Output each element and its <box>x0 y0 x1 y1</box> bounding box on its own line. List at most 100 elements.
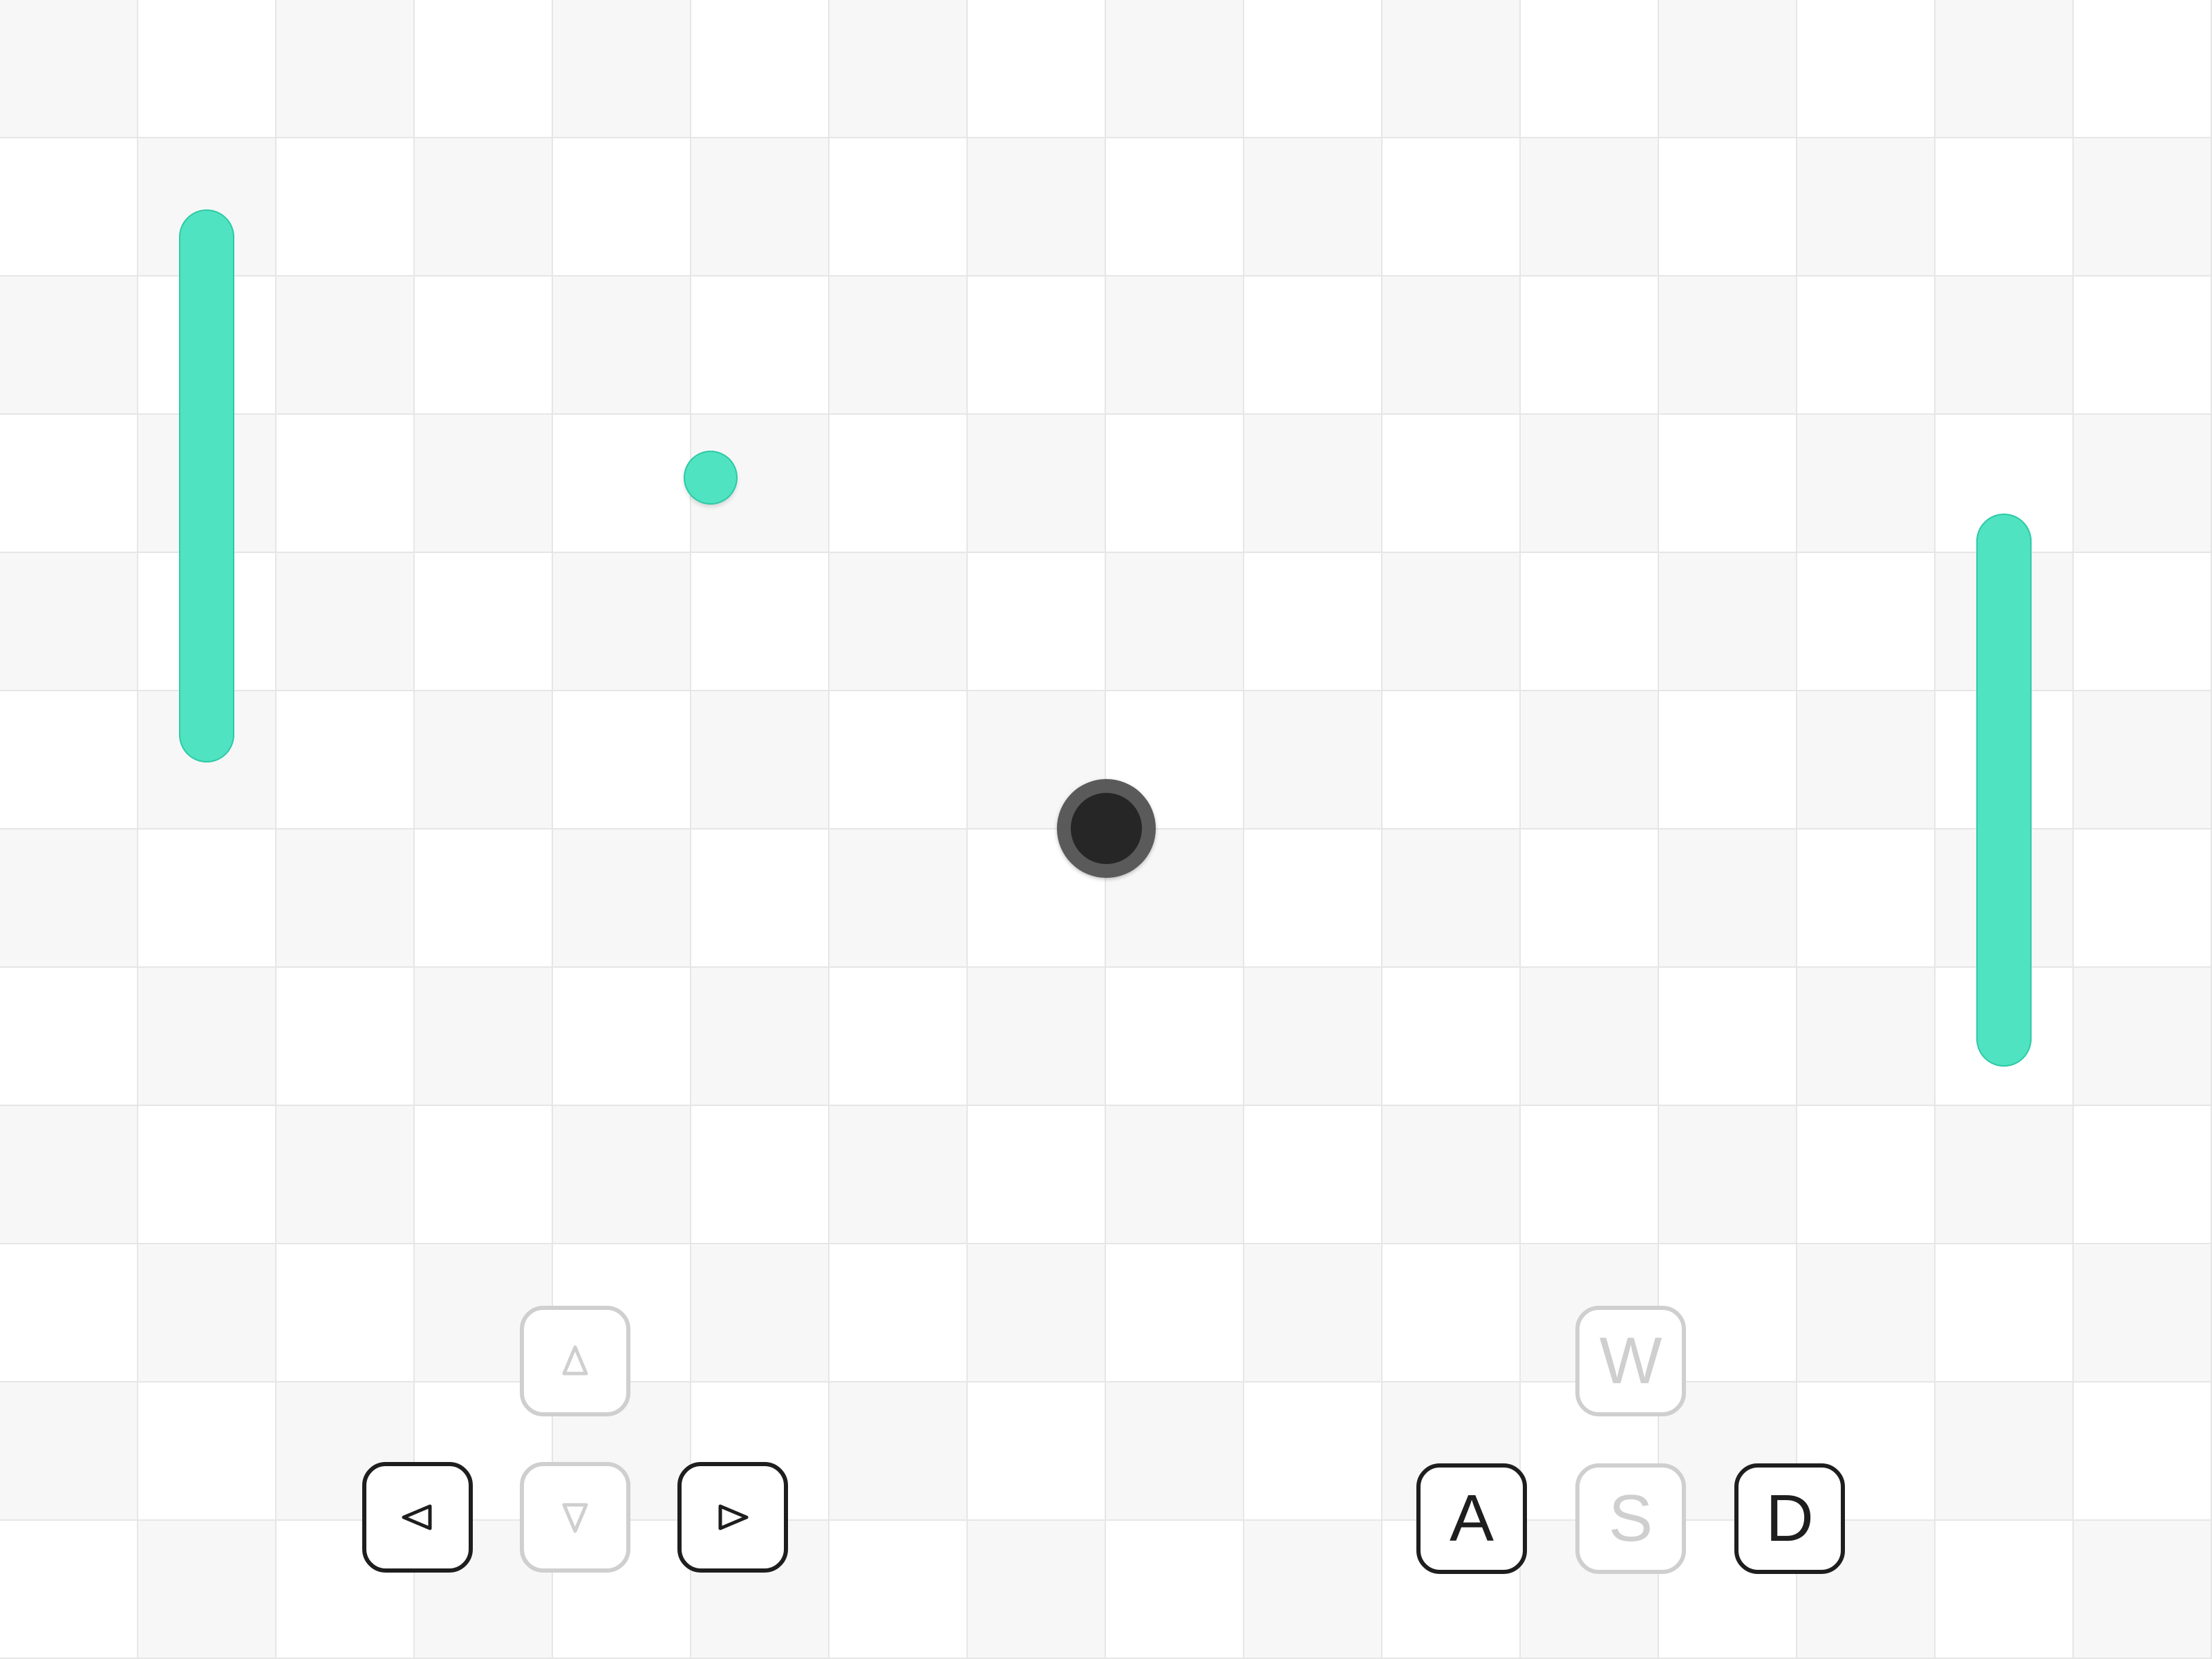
s-key[interactable]: S <box>1575 1463 1686 1574</box>
grid-cell <box>0 276 138 415</box>
grid-cell <box>830 415 968 553</box>
grid-cell <box>691 1244 830 1382</box>
grid-cell <box>968 968 1106 1106</box>
grid-cell <box>1244 138 1382 276</box>
grid-cell <box>138 1106 276 1244</box>
grid-cell <box>1106 1382 1244 1521</box>
grid-cell <box>1797 691 1936 830</box>
grid-cell <box>553 1106 691 1244</box>
grid-cell <box>1244 1106 1382 1244</box>
grid-cell <box>1244 968 1382 1106</box>
grid-cell <box>415 1106 553 1244</box>
grid-cell <box>968 276 1106 415</box>
grid-cell <box>276 830 415 968</box>
arrow-right-key[interactable] <box>677 1462 788 1573</box>
grid-cell <box>276 1244 415 1382</box>
grid-cell <box>1521 276 1659 415</box>
grid-cell <box>276 0 415 138</box>
grid-cell <box>1244 1521 1382 1659</box>
grid-cell <box>138 830 276 968</box>
grid-cell <box>1659 276 1797 415</box>
grid-cell <box>1244 1382 1382 1521</box>
grid-cell <box>1244 0 1382 138</box>
grid-cell <box>553 691 691 830</box>
grid-cell <box>0 1521 138 1659</box>
grid-cell <box>968 138 1106 276</box>
grid-cell <box>968 1521 1106 1659</box>
grid-cell <box>2074 1521 2212 1659</box>
grid-cell <box>553 553 691 691</box>
game-board[interactable]: W A S D <box>0 0 2212 1659</box>
grid-cell <box>1659 553 1797 691</box>
grid-cell <box>276 1106 415 1244</box>
grid-cell <box>0 553 138 691</box>
grid-cell <box>0 415 138 553</box>
a-key[interactable]: A <box>1416 1463 1527 1574</box>
grid-cell <box>1244 1244 1382 1382</box>
grid-cell <box>1244 691 1382 830</box>
grid-cell <box>968 1382 1106 1521</box>
grid-cell <box>1106 553 1244 691</box>
grid-cell <box>1106 276 1244 415</box>
grid-cell <box>1797 138 1936 276</box>
grid-cell <box>1382 553 1521 691</box>
arrow-right-icon <box>718 1504 749 1530</box>
grid-cell <box>2074 968 2212 1106</box>
grid-cell <box>1382 415 1521 553</box>
grid-cell <box>0 0 138 138</box>
grid-cell <box>1936 1244 2074 1382</box>
grid-cell <box>276 276 415 415</box>
grid-cell <box>1106 0 1244 138</box>
arrow-up-key[interactable] <box>520 1306 630 1416</box>
grid-cell <box>830 0 968 138</box>
grid-cell <box>276 138 415 276</box>
grid-cell <box>830 1521 968 1659</box>
grid-cell <box>276 415 415 553</box>
grid-cell <box>2074 830 2212 968</box>
arrow-up-icon <box>562 1345 588 1376</box>
d-key-label: D <box>1765 1481 1814 1555</box>
grid-cell <box>1521 968 1659 1106</box>
grid-cell <box>1382 1106 1521 1244</box>
grid-cell <box>1936 276 2074 415</box>
grid-cell <box>830 830 968 968</box>
d-key[interactable]: D <box>1734 1463 1845 1574</box>
grid-cell <box>1797 553 1936 691</box>
grid-cell <box>1521 691 1659 830</box>
grid-cell <box>1382 138 1521 276</box>
grid-cell <box>1382 691 1521 830</box>
grid-cell <box>1106 1106 1244 1244</box>
grid-cell <box>415 276 553 415</box>
grid-cell <box>1382 1244 1521 1382</box>
w-key-label: W <box>1599 1324 1662 1398</box>
grid-cell <box>1521 1106 1659 1244</box>
grid-cell <box>2074 0 2212 138</box>
grid-cell <box>1521 553 1659 691</box>
grid-cell <box>276 691 415 830</box>
arrow-left-key[interactable] <box>362 1462 473 1573</box>
grid-cell <box>138 1382 276 1521</box>
grid-cell <box>276 968 415 1106</box>
grid-cell <box>553 830 691 968</box>
grid-cell <box>691 1106 830 1244</box>
grid-cell <box>830 691 968 830</box>
grid-cell <box>1797 830 1936 968</box>
grid-cell <box>1382 830 1521 968</box>
grid-cell <box>1106 415 1244 553</box>
grid-cell <box>1797 968 1936 1106</box>
arrow-left-icon <box>402 1504 432 1530</box>
grid-cell <box>415 830 553 968</box>
grid-cell <box>2074 138 2212 276</box>
grid-cell <box>2074 553 2212 691</box>
grid-cell <box>1797 1106 1936 1244</box>
w-key[interactable]: W <box>1575 1306 1686 1416</box>
arrow-down-key[interactable] <box>520 1462 630 1573</box>
grid-cell <box>1106 968 1244 1106</box>
grid-cell <box>968 415 1106 553</box>
grid-cell <box>968 1244 1106 1382</box>
grid-cell <box>691 830 830 968</box>
grid-cell <box>138 1521 276 1659</box>
grid-cell <box>1936 1521 2074 1659</box>
grid-cell <box>1797 276 1936 415</box>
grid-cell <box>1244 415 1382 553</box>
